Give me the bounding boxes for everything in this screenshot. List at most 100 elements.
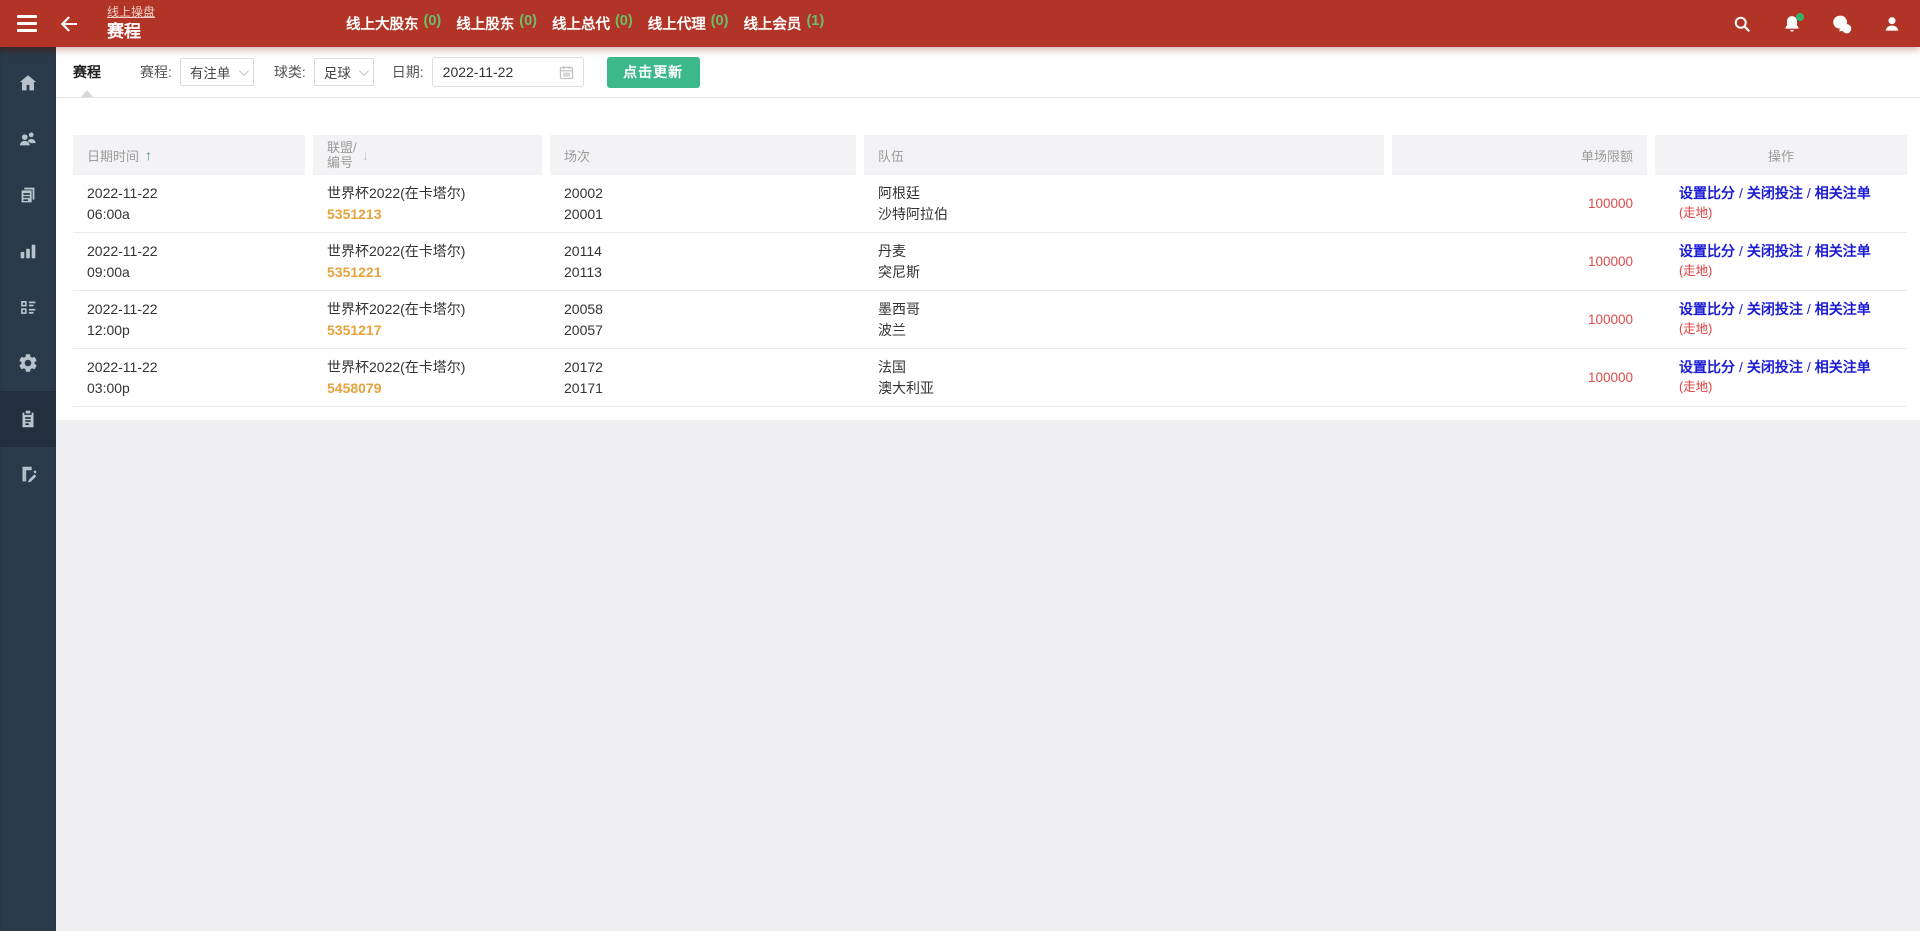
- related-bets-link[interactable]: 相关注单: [1815, 359, 1871, 375]
- related-bets-link[interactable]: 相关注单: [1815, 185, 1871, 201]
- schedule-filter-select[interactable]: 有注单: [180, 58, 254, 86]
- live-tag: (走地): [1679, 204, 1893, 223]
- set-score-link[interactable]: 设置比分: [1679, 243, 1735, 259]
- calendar-icon[interactable]: [558, 64, 575, 81]
- sidebar-item-news[interactable]: [0, 167, 56, 223]
- cell-league-number: 世界杯2022(在卡塔尔)5351217: [313, 291, 542, 348]
- breadcrumb[interactable]: 线上操盘: [107, 5, 155, 20]
- notification-dot: [1796, 13, 1804, 21]
- related-bets-link[interactable]: 相关注单: [1815, 243, 1871, 259]
- page-title: 赛程: [107, 21, 155, 42]
- sport-filter-label: 球类:: [274, 62, 306, 82]
- cell-limit: 100000: [1392, 349, 1647, 406]
- cell-teams: 阿根廷沙特阿拉伯: [864, 175, 1384, 232]
- nav-online-shareholder[interactable]: 线上股东(0): [456, 13, 537, 34]
- nav-count: (0): [615, 13, 633, 34]
- header-league-number[interactable]: 联盟/编号 ↓: [313, 135, 542, 175]
- related-bets-link[interactable]: 相关注单: [1815, 301, 1871, 317]
- table-row: 2022-11-2203:00p 世界杯2022(在卡塔尔)5458079 20…: [73, 349, 1907, 407]
- cell-datetime: 2022-11-2203:00p: [73, 349, 305, 406]
- nav-count: (1): [806, 13, 824, 34]
- cell-match: 2000220001: [550, 175, 856, 232]
- cell-match: 2005820057: [550, 291, 856, 348]
- sport-filter-select[interactable]: 足球: [314, 58, 374, 86]
- table-header-row: 日期时间 ↑ 联盟/编号 ↓ 场次 队伍 单场限额 操作: [73, 135, 1907, 175]
- date-filter-label: 日期:: [392, 62, 424, 82]
- set-score-link[interactable]: 设置比分: [1679, 301, 1735, 317]
- header-datetime[interactable]: 日期时间 ↑: [73, 135, 305, 175]
- league-number: 5458079: [327, 378, 528, 399]
- league-number: 5351221: [327, 262, 528, 283]
- date-input[interactable]: [443, 64, 553, 80]
- header-teams: 队伍: [864, 135, 1384, 175]
- cell-league-number: 世界杯2022(在卡塔尔)5351213: [313, 175, 542, 232]
- sidebar-item-schedule[interactable]: [0, 391, 56, 447]
- sidebar-item-settings[interactable]: [0, 335, 56, 391]
- search-icon[interactable]: [1730, 12, 1754, 36]
- cell-match: 2011420113: [550, 233, 856, 290]
- sidebar-item-report[interactable]: [0, 447, 56, 503]
- nav-count: (0): [424, 13, 442, 34]
- table-row: 2022-11-2206:00a 世界杯2022(在卡塔尔)5351213 20…: [73, 175, 1907, 233]
- schedule-table: 日期时间 ↑ 联盟/编号 ↓ 场次 队伍 单场限额 操作 2022-11-220…: [73, 135, 1907, 407]
- cell-teams: 墨西哥波兰: [864, 291, 1384, 348]
- cell-limit: 100000: [1392, 233, 1647, 290]
- nav-online-master-agent[interactable]: 线上总代(0): [552, 13, 633, 34]
- topbar: 线上操盘 赛程 线上大股东(0) 线上股东(0) 线上总代(0) 线上代理(0)…: [0, 0, 1920, 47]
- filter-bar: 赛程 赛程: 有注单 球类: 足球 日期: 点击更新: [56, 47, 1920, 98]
- account-icon[interactable]: [1880, 12, 1904, 36]
- header-actions: 操作: [1655, 135, 1907, 175]
- header-match: 场次: [550, 135, 856, 175]
- league-number: 5351213: [327, 204, 528, 225]
- close-betting-link[interactable]: 关闭投注: [1747, 301, 1803, 317]
- cell-league-number: 世界杯2022(在卡塔尔)5351221: [313, 233, 542, 290]
- schedule-clipboard-icon: [17, 408, 39, 430]
- back-arrow-icon[interactable]: [56, 11, 82, 37]
- update-button[interactable]: 点击更新: [607, 57, 700, 88]
- news-icon: [17, 184, 39, 206]
- sidebar-item-users[interactable]: [0, 111, 56, 167]
- tab-schedule[interactable]: 赛程: [73, 47, 101, 97]
- cell-datetime: 2022-11-2212:00p: [73, 291, 305, 348]
- nav-count: (0): [711, 13, 729, 34]
- nav-online-member[interactable]: 线上会员(1): [743, 13, 824, 34]
- cell-match: 2017220171: [550, 349, 856, 406]
- sidebar: [0, 47, 56, 931]
- sort-asc-icon[interactable]: ↑: [145, 147, 152, 163]
- nav-online-major-shareholder[interactable]: 线上大股东(0): [346, 13, 441, 34]
- tab-caret-icon: [81, 90, 93, 97]
- nav-count: (0): [519, 13, 537, 34]
- cell-actions: 设置比分/关闭投注/相关注单 (走地): [1655, 233, 1907, 290]
- page-heading: 线上操盘 赛程: [107, 5, 155, 42]
- cell-league-number: 世界杯2022(在卡塔尔)5458079: [313, 349, 542, 406]
- sidebar-item-stats[interactable]: [0, 223, 56, 279]
- close-betting-link[interactable]: 关闭投注: [1747, 243, 1803, 259]
- menu-hamburger-icon[interactable]: [15, 12, 39, 36]
- live-tag: (走地): [1679, 320, 1893, 339]
- close-betting-link[interactable]: 关闭投注: [1747, 185, 1803, 201]
- chat-icon[interactable]: [1830, 12, 1854, 36]
- topbar-actions: [1730, 0, 1904, 47]
- live-tag: (走地): [1679, 378, 1893, 397]
- cell-teams: 丹麦突尼斯: [864, 233, 1384, 290]
- cell-datetime: 2022-11-2206:00a: [73, 175, 305, 232]
- settings-gear-icon: [17, 352, 39, 374]
- sidebar-item-modules[interactable]: [0, 279, 56, 335]
- sort-desc-icon[interactable]: ↓: [362, 147, 370, 164]
- close-betting-link[interactable]: 关闭投注: [1747, 359, 1803, 375]
- set-score-link[interactable]: 设置比分: [1679, 359, 1735, 375]
- modules-icon: [17, 296, 39, 318]
- cell-limit: 100000: [1392, 291, 1647, 348]
- cell-actions: 设置比分/关闭投注/相关注单 (走地): [1655, 175, 1907, 232]
- sidebar-item-home[interactable]: [0, 55, 56, 111]
- nav-online-agent[interactable]: 线上代理(0): [648, 13, 729, 34]
- header-limit: 单场限额: [1392, 135, 1647, 175]
- notifications-icon[interactable]: [1780, 12, 1804, 36]
- chevron-down-icon: [239, 66, 249, 76]
- chevron-down-icon: [359, 66, 369, 76]
- cell-actions: 设置比分/关闭投注/相关注单 (走地): [1655, 349, 1907, 406]
- report-edit-icon: [17, 464, 39, 486]
- set-score-link[interactable]: 设置比分: [1679, 185, 1735, 201]
- stats-icon: [17, 240, 39, 262]
- schedule-filter-label: 赛程:: [140, 62, 172, 82]
